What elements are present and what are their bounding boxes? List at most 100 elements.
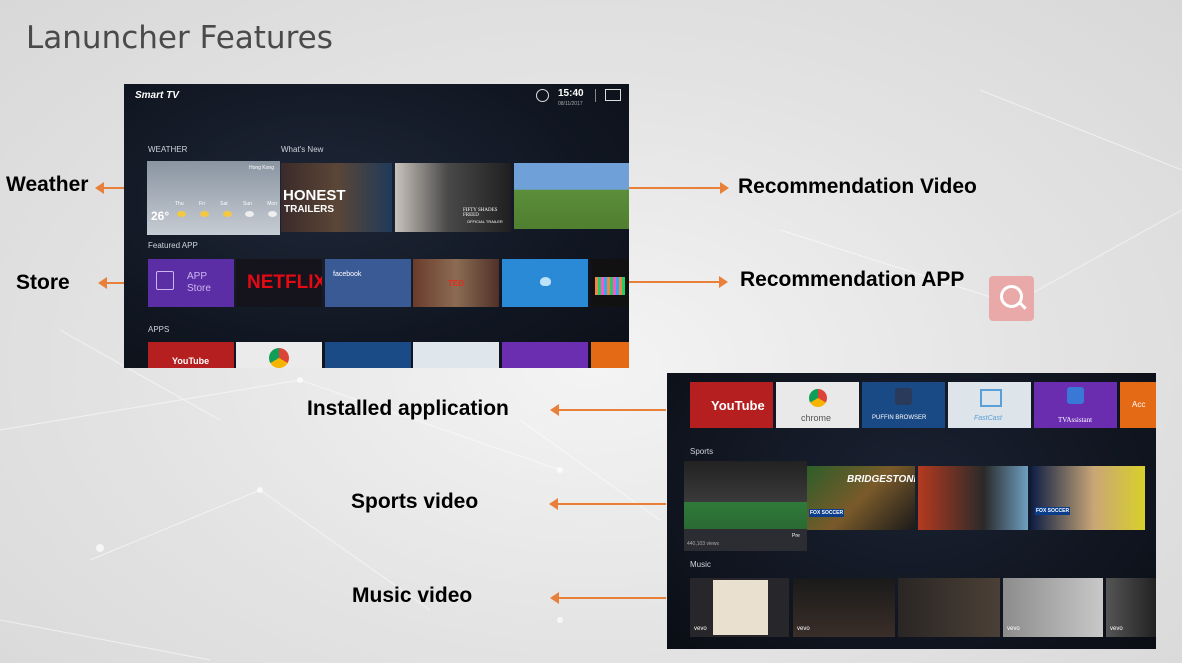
chrome-icon — [809, 389, 827, 407]
netflix-tile[interactable]: NETFLIX — [236, 259, 322, 307]
chrome-icon — [269, 348, 289, 368]
weather-day: Fri — [198, 201, 205, 207]
equalizer-tile[interactable] — [591, 259, 629, 307]
sports-video-4[interactable]: FOX SOCCER — [1031, 466, 1145, 530]
label-store: Store — [16, 271, 70, 294]
sports-video-3[interactable] — [918, 466, 1028, 530]
sponsor-text: BRIDGESTONE — [847, 474, 915, 485]
store-label: APP — [187, 271, 208, 282]
youtube-tile[interactable]: YouTube — [148, 342, 234, 368]
music-video-4[interactable]: vevo — [1003, 578, 1103, 637]
section-featured-app: Featured APP — [148, 241, 198, 250]
tvassistant-tile[interactable] — [502, 342, 588, 368]
puffin-icon — [895, 388, 912, 405]
sun-cloud-icon — [199, 211, 209, 217]
video-title: HONEST — [283, 187, 346, 204]
section-apps: APPS — [148, 325, 170, 334]
acc-label: Acc — [1132, 400, 1146, 409]
label-recommendation-video: Recommendation Video — [738, 175, 977, 198]
brand-label: Smart TV — [135, 90, 179, 101]
vevo-logo: vevo — [797, 626, 810, 632]
youtube-app[interactable]: YouTube — [690, 382, 773, 428]
tvassistant-app[interactable]: TVAssistant — [1034, 382, 1117, 428]
search-icon[interactable] — [536, 89, 549, 102]
label-recommendation-app: Recommendation APP — [740, 268, 965, 291]
page-title: Lanuncher Features — [26, 20, 333, 56]
video-fifty-shades[interactable]: FIFTY SHADES FREED OFFICIAL TRAILER — [395, 163, 511, 232]
puffin-tile[interactable] — [325, 342, 411, 368]
video-outdoor[interactable] — [514, 163, 629, 229]
sports-thumbnail — [684, 461, 807, 529]
weather-tile[interactable]: Hong Kong 26° Thu Fri Sat Sun Mon — [147, 161, 280, 235]
music-video-5[interactable]: vevo — [1106, 578, 1156, 637]
puffin-label: PUFFIN BROWSER — [872, 415, 927, 421]
puffin-app[interactable]: PUFFIN BROWSER — [862, 382, 945, 428]
weather-day: Sun — [243, 201, 252, 207]
youtube-logo: YouTube — [172, 356, 210, 366]
cast-icon — [980, 389, 1002, 407]
video-subtitle: OFFICIAL TRAILER — [467, 219, 503, 224]
store-tile[interactable]: APP Store — [148, 259, 234, 307]
tv-icon[interactable] — [605, 89, 621, 101]
sports-video-2[interactable]: BRIDGESTONE FOX SOCCER — [807, 466, 915, 530]
weather-day: Mon — [267, 201, 277, 207]
music-video-1[interactable]: vevo — [690, 578, 789, 637]
fastcast-label: FastCast — [974, 415, 1003, 422]
video-subtitle: TRAILERS — [284, 204, 334, 215]
twitter-tile[interactable] — [502, 259, 588, 307]
arrow-recommendation-video — [629, 182, 729, 194]
acc-app[interactable]: Acc — [1120, 382, 1156, 428]
album-cover — [713, 580, 768, 635]
music-video-3[interactable] — [898, 578, 1000, 637]
plus-icon — [1067, 387, 1084, 404]
tv-launcher-screenshot-top: Smart TV 15:40 08/11/2017 WEATHER What's… — [124, 84, 629, 368]
section-whats-new: What's New — [281, 145, 324, 154]
sports-video-main[interactable]: 440,103 views Pre — [684, 461, 807, 551]
search-icon[interactable] — [989, 276, 1034, 321]
fastcast-app[interactable]: FastCast — [948, 382, 1031, 428]
store-label: Store — [187, 283, 211, 294]
bird-icon — [540, 277, 551, 286]
cloud-icon — [245, 211, 255, 217]
arrow-recommendation-app — [629, 276, 728, 288]
sun-cloud-icon — [222, 211, 232, 217]
label-installed-application: Installed application — [307, 397, 509, 420]
vevo-logo: vevo — [1007, 626, 1020, 632]
music-video-2[interactable]: vevo — [793, 578, 895, 637]
video-honest-trailers[interactable]: HONEST TRAILERS — [281, 163, 392, 232]
section-weather: WEATHER — [148, 145, 188, 154]
acc-tile[interactable] — [591, 342, 629, 368]
clock-date: 08/11/2017 — [558, 101, 583, 107]
view-count: 440,103 views — [687, 541, 719, 547]
chrome-app[interactable]: chrome — [776, 382, 859, 428]
sun-cloud-icon — [177, 211, 186, 217]
facebook-tile[interactable]: facebook — [325, 259, 411, 307]
fox-soccer-badge: FOX SOCCER — [1035, 507, 1071, 515]
ted-tile[interactable]: TED — [413, 259, 499, 307]
fastcast-tile[interactable] — [413, 342, 499, 368]
bag-icon — [156, 271, 174, 290]
chrome-tile[interactable] — [236, 342, 322, 368]
fox-soccer-badge: FOX SOCCER — [809, 509, 845, 517]
tv-launcher-screenshot-bottom: YouTube chrome PUFFIN BROWSER FastCast T… — [667, 373, 1156, 649]
pre-label: Pre — [792, 533, 800, 539]
tvassistant-label: TVAssistant — [1058, 416, 1093, 424]
weather-day: Thu — [175, 201, 184, 207]
vevo-logo: vevo — [1110, 626, 1123, 632]
label-weather: Weather — [6, 173, 89, 196]
arrow-sports-video — [549, 498, 666, 510]
arrow-installed-application — [550, 404, 666, 416]
label-music-video: Music video — [352, 584, 473, 607]
chrome-label: chrome — [801, 413, 832, 423]
clock-time: 15:40 — [558, 88, 584, 99]
weather-city: Hong Kong — [248, 165, 274, 171]
youtube-logo: YouTube — [711, 398, 765, 413]
weather-day: Sat — [220, 201, 228, 207]
weather-temp: 26° — [151, 209, 170, 223]
equalizer-icon — [595, 277, 625, 295]
netflix-logo: NETFLIX — [247, 272, 322, 293]
video-title: FIFTY SHADES FREED — [463, 208, 498, 218]
section-music: Music — [690, 560, 711, 569]
vevo-logo: vevo — [694, 626, 707, 632]
label-sports-video: Sports video — [351, 490, 479, 513]
